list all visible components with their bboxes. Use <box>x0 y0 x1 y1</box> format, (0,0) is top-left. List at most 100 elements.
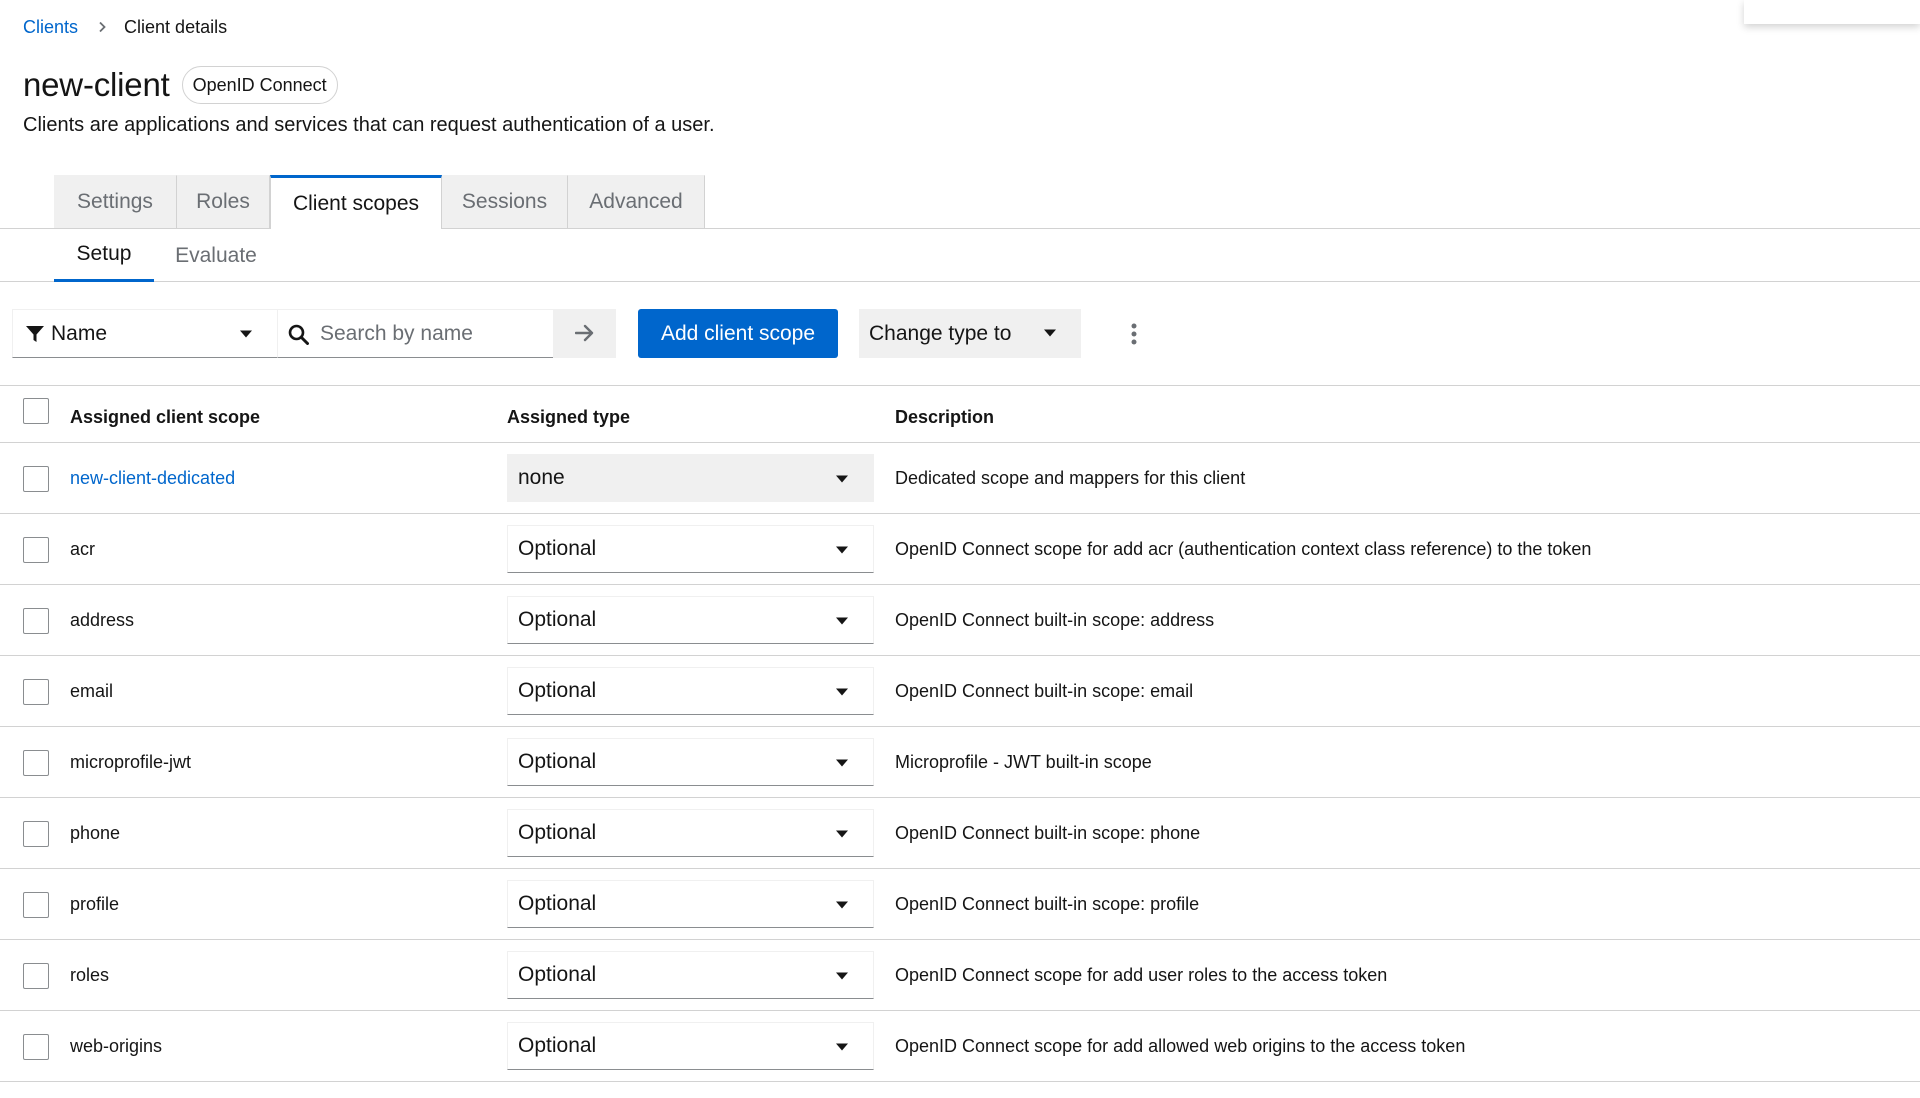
table-row: phone Optional OpenID Connect built-in s… <box>0 798 1920 869</box>
assigned-type-select[interactable]: Optional <box>507 667 874 715</box>
scope-name: web-origins <box>70 1036 163 1056</box>
select-all-checkbox[interactable] <box>23 398 49 424</box>
caret-down-icon <box>835 687 849 697</box>
breadcrumb-link-clients[interactable]: Clients <box>23 17 78 38</box>
row-checkbox[interactable] <box>23 537 49 563</box>
scope-name: roles <box>70 965 110 985</box>
tab-sessions[interactable]: Sessions <box>442 175 568 228</box>
caret-down-icon <box>835 616 849 626</box>
search-submit-button[interactable] <box>553 309 616 358</box>
assigned-type-value: Optional <box>518 1034 597 1057</box>
scope-description: OpenID Connect scope for add allowed web… <box>895 1036 1466 1056</box>
table-row: address Optional OpenID Connect built-in… <box>0 585 1920 656</box>
caret-down-icon <box>835 900 849 910</box>
table-header: Assigned client scope Assigned type Desc… <box>0 385 1920 443</box>
caret-down-icon <box>835 1042 849 1052</box>
tab-settings[interactable]: Settings <box>54 175 177 228</box>
chevron-right-icon <box>96 21 108 33</box>
table-row: new-client-dedicated none Dedicated scop… <box>0 443 1920 514</box>
change-type-dropdown[interactable]: Change type to <box>859 309 1081 358</box>
caret-down-icon <box>835 474 849 484</box>
assigned-type-value: Optional <box>518 750 597 773</box>
row-checkbox[interactable] <box>23 963 49 989</box>
scope-name: phone <box>70 823 121 843</box>
scope-description: OpenID Connect built-in scope: email <box>895 681 1194 701</box>
page-description: Clients are applications and services th… <box>23 114 715 136</box>
assigned-type-select[interactable]: Optional <box>507 525 874 573</box>
scope-description: OpenID Connect built-in scope: address <box>895 610 1215 630</box>
assigned-type-value: Optional <box>518 537 597 560</box>
row-checkbox[interactable] <box>23 466 49 492</box>
scope-name: email <box>70 681 114 701</box>
assigned-type-value: Optional <box>518 608 597 631</box>
assigned-type-value: none <box>518 466 565 489</box>
assigned-type-select[interactable]: Optional <box>507 596 874 644</box>
caret-down-icon <box>239 329 253 339</box>
scope-description: Dedicated scope and mappers for this cli… <box>895 468 1246 488</box>
caret-down-icon <box>835 758 849 768</box>
tab-roles[interactable]: Roles <box>177 175 270 228</box>
row-checkbox[interactable] <box>23 608 49 634</box>
assigned-type-select[interactable]: Optional <box>507 951 874 999</box>
search-input[interactable] <box>318 310 548 357</box>
change-type-label: Change type to <box>869 321 1012 345</box>
breadcrumb: Clients Client details <box>23 14 227 40</box>
scope-description: OpenID Connect built-in scope: phone <box>895 823 1201 843</box>
subtab-setup[interactable]: Setup <box>54 229 154 282</box>
assigned-type-select[interactable]: Optional <box>507 809 874 857</box>
tab-client-scopes[interactable]: Client scopes <box>270 175 442 229</box>
search-icon <box>288 324 309 345</box>
client-scopes-table: Assigned client scope Assigned type Desc… <box>0 385 1920 1082</box>
filter-attribute-select[interactable]: Name <box>12 309 278 358</box>
tab-advanced[interactable]: Advanced <box>568 175 705 228</box>
column-header-name[interactable]: Assigned client scope <box>70 407 260 428</box>
protocol-badge: OpenID Connect <box>181 66 338 104</box>
filter-attribute-label: Name <box>51 321 108 345</box>
search-box <box>278 309 553 358</box>
caret-down-icon <box>835 545 849 555</box>
scope-name: acr <box>70 539 96 559</box>
scope-name: address <box>70 610 135 630</box>
row-checkbox[interactable] <box>23 821 49 847</box>
caret-down-icon <box>835 971 849 981</box>
assigned-type-select[interactable]: Optional <box>507 1022 874 1070</box>
table-row: web-origins Optional OpenID Connect scop… <box>0 1011 1920 1082</box>
assigned-type-select[interactable]: none <box>507 454 874 502</box>
table-row: profile Optional OpenID Connect built-in… <box>0 869 1920 940</box>
overflow-popup <box>1744 0 1920 24</box>
sub-tabs: Setup Evaluate <box>0 229 1920 282</box>
assigned-type-select[interactable]: Optional <box>507 880 874 928</box>
caret-down-icon <box>1043 328 1057 338</box>
scope-description: OpenID Connect scope for add user roles … <box>895 965 1388 985</box>
add-client-scope-button[interactable]: Add client scope <box>638 309 838 358</box>
scope-description: OpenID Connect built-in scope: profile <box>895 894 1200 914</box>
scope-name: profile <box>70 894 120 914</box>
row-checkbox[interactable] <box>23 679 49 705</box>
subtab-evaluate[interactable]: Evaluate <box>166 229 266 282</box>
caret-down-icon <box>835 829 849 839</box>
tab-list: Settings Roles Client scopes Sessions Ad… <box>54 175 705 229</box>
column-header-type: Assigned type <box>507 407 631 427</box>
row-checkbox[interactable] <box>23 750 49 776</box>
table-row: roles Optional OpenID Connect scope for … <box>0 940 1920 1011</box>
assigned-type-select[interactable]: Optional <box>507 738 874 786</box>
assigned-type-value: Optional <box>518 892 597 915</box>
kebab-icon[interactable] <box>1120 309 1148 358</box>
arrow-right-icon <box>574 324 595 342</box>
scope-name-link[interactable]: new-client-dedicated <box>70 468 235 489</box>
assigned-type-value: Optional <box>518 679 597 702</box>
row-checkbox[interactable] <box>23 892 49 918</box>
scope-name: microprofile-jwt <box>70 752 192 772</box>
table-row: microprofile-jwt Optional Microprofile -… <box>0 727 1920 798</box>
table-row: email Optional OpenID Connect built-in s… <box>0 656 1920 727</box>
scope-description: Microprofile - JWT built-in scope <box>895 752 1152 772</box>
toolbar: Name Add client scope Change type to <box>0 309 1920 358</box>
breadcrumb-current: Client details <box>124 16 228 37</box>
column-header-description: Description <box>895 407 995 427</box>
page-title: new-client <box>23 66 170 103</box>
funnel-icon <box>25 324 45 344</box>
row-checkbox[interactable] <box>23 1034 49 1060</box>
main-tabs: Settings Roles Client scopes Sessions Ad… <box>0 175 1920 229</box>
table-row: acr Optional OpenID Connect scope for ad… <box>0 514 1920 585</box>
title-row: new-client OpenID Connect <box>23 66 338 104</box>
